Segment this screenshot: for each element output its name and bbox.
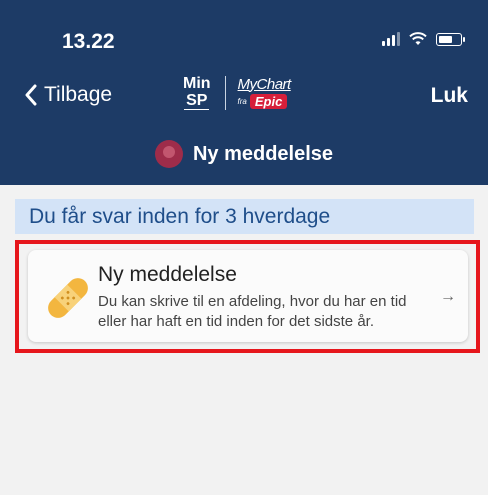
mychart-logo-fra: fra bbox=[237, 96, 247, 106]
mychart-logo-text: MyChart bbox=[237, 75, 292, 93]
back-button[interactable]: Tilbage bbox=[24, 83, 112, 107]
bandage-icon bbox=[48, 278, 88, 318]
minsp-logo: Min SP bbox=[183, 75, 211, 110]
card-description: Du kan skrive til en afdeling, hvor du h… bbox=[98, 293, 407, 330]
app-header: 13.22 Tilbage Min SP MyChart fra Epic Lu… bbox=[0, 0, 488, 185]
logo-divider bbox=[224, 75, 226, 110]
battery-icon bbox=[436, 32, 465, 46]
close-button[interactable]: Luk bbox=[431, 84, 468, 108]
page-title: Ny meddelelse bbox=[192, 142, 334, 165]
wifi-icon bbox=[409, 32, 427, 45]
card-title: Ny meddelelse bbox=[98, 263, 237, 286]
minsp-logo-bottom: SP bbox=[184, 92, 210, 110]
response-time-banner: Du får svar inden for 3 hverdage bbox=[15, 199, 474, 234]
back-label: Tilbage bbox=[44, 83, 113, 106]
epic-logo: Epic bbox=[249, 93, 288, 109]
avatar bbox=[154, 140, 183, 168]
signal-icon bbox=[382, 32, 400, 46]
status-time: 13.22 bbox=[62, 30, 115, 53]
page-title-bar: Ny meddelelse bbox=[0, 140, 488, 168]
mychart-logo: MyChart fra Epic bbox=[237, 75, 292, 109]
new-message-card[interactable]: Ny meddelelse Du kan skrive til en afdel… bbox=[28, 250, 468, 342]
status-icons bbox=[382, 32, 465, 46]
logos: Min SP MyChart fra Epic bbox=[183, 75, 291, 110]
chevron-left-icon bbox=[25, 84, 37, 106]
arrow-right-icon: → bbox=[440, 288, 456, 305]
minsp-logo-top: Min bbox=[183, 75, 211, 92]
